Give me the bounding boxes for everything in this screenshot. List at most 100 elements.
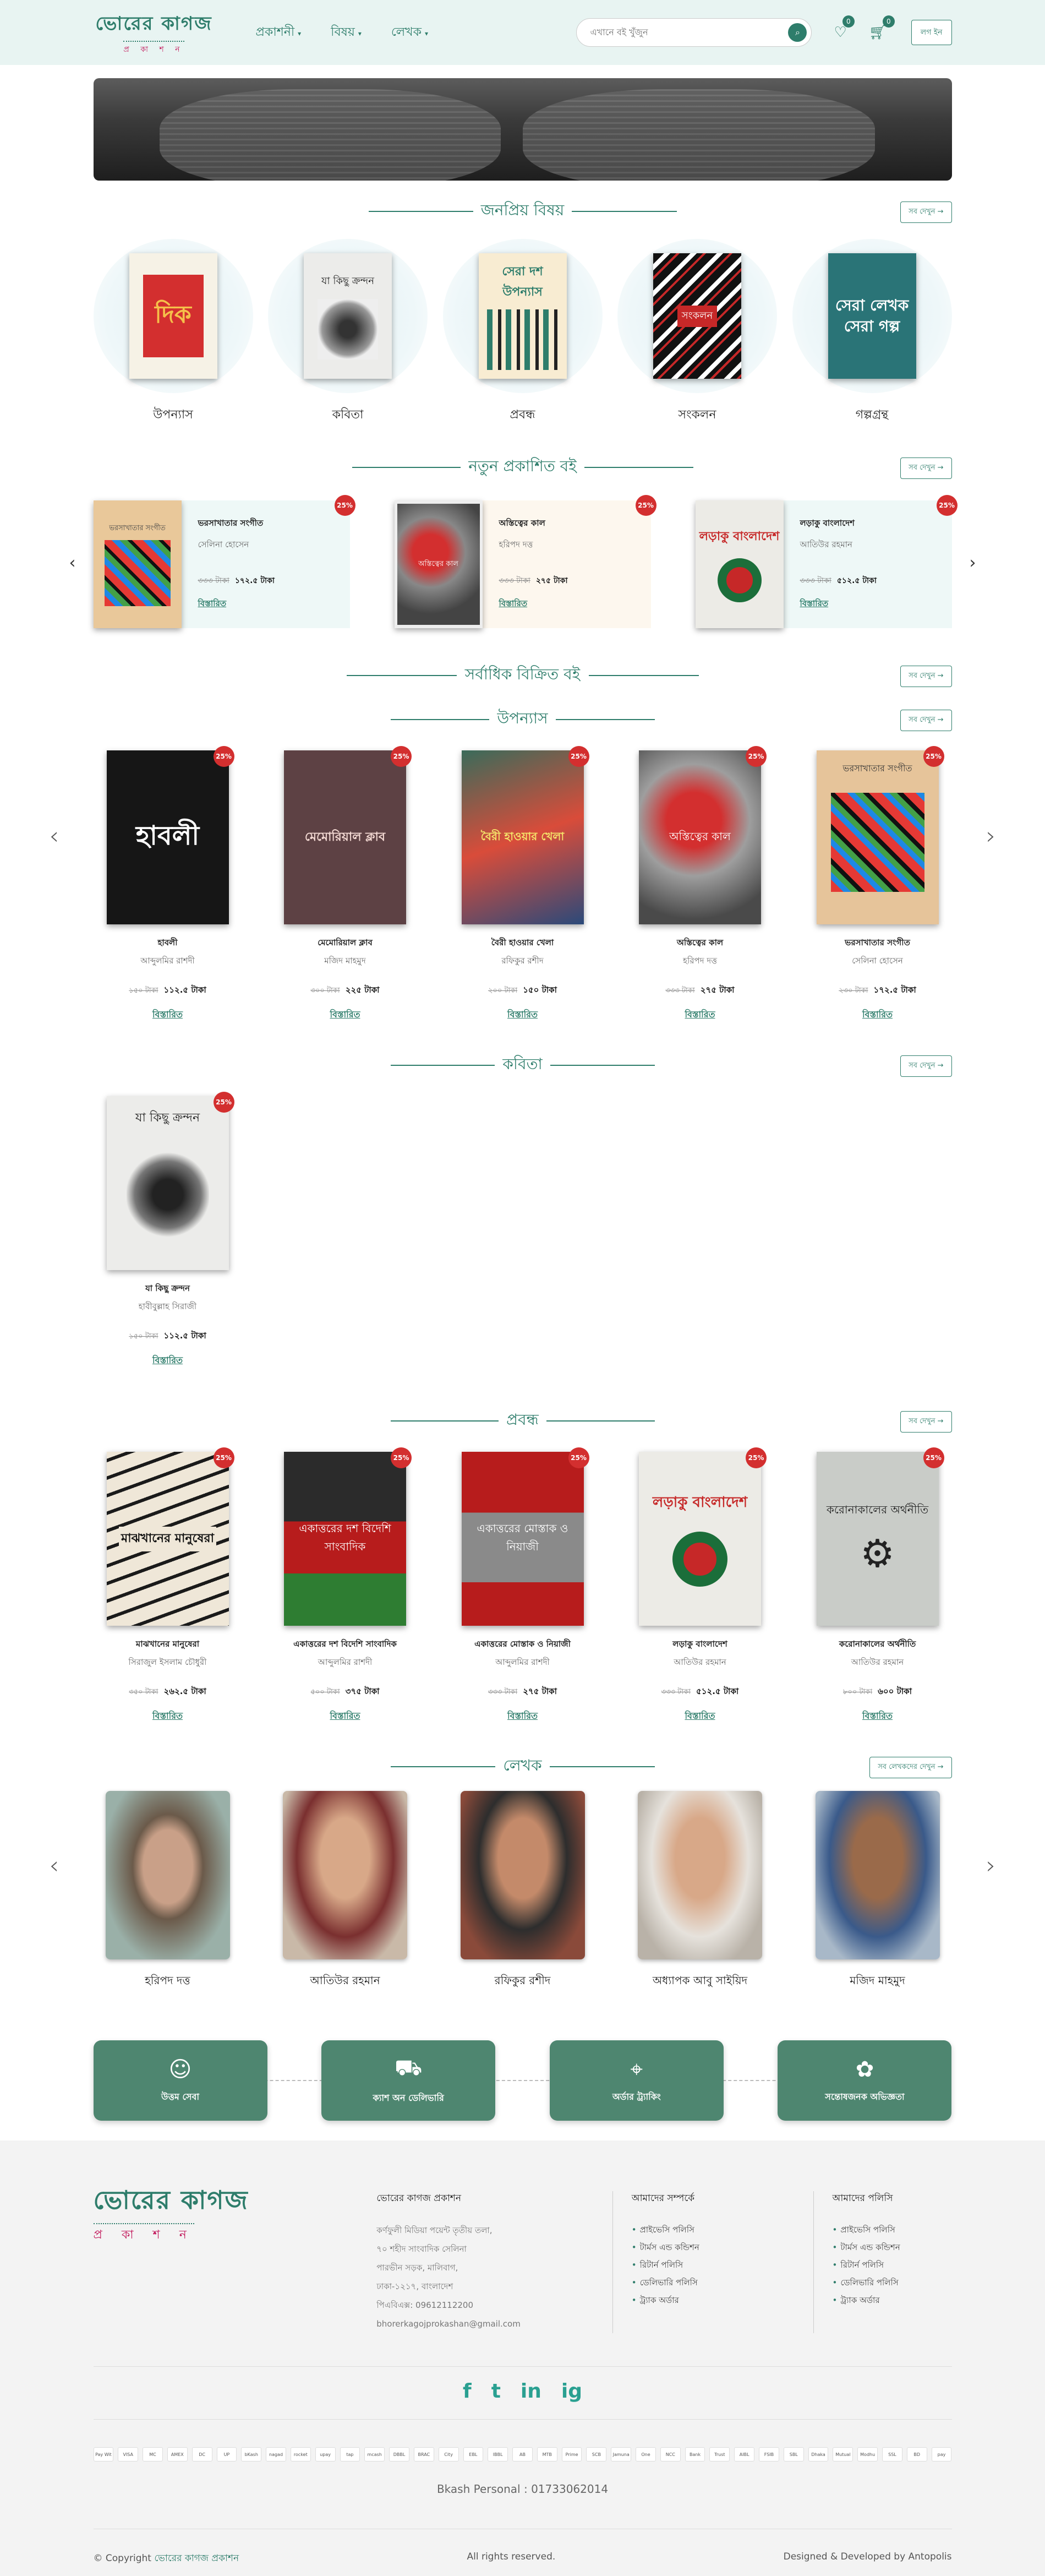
copyright-bar: © Copyright ভোরের কাগজ প্রকাশন All right… [94,2551,952,2567]
footer-link[interactable]: রিটার্ন পলিসি [833,2256,952,2274]
twitter-icon[interactable]: t [491,2380,501,2403]
category-card[interactable]: দিক উপন্যাস [93,239,253,426]
payment-logo: AIBL [734,2447,755,2461]
details-link[interactable]: বিস্তারিত [685,1709,715,1724]
chevron-right-icon[interactable]: › [986,1851,996,1880]
footer-link[interactable]: ট্র্যাক অর্ডার [632,2291,795,2309]
footer-link[interactable]: টার্মস এন্ড কন্ডিশন [833,2239,952,2256]
hero-banner[interactable] [93,78,952,181]
product-card[interactable]: একাত্তরের মোস্তাক ও নিয়াজী 25% একাত্তরে… [448,1447,597,1724]
developer-credit[interactable]: Designed & Developed by Antopolis [784,2551,952,2567]
discount-badge: 25% [923,746,944,767]
copyright: © Copyright ভোরের কাগজ প্রকাশন [94,2551,239,2567]
footer-link[interactable]: রিটার্ন পলিসি [632,2256,795,2274]
linkedin-icon[interactable]: in [521,2380,541,2403]
details-link[interactable]: বিস্তারিত [507,1007,538,1022]
chevron-left-icon[interactable]: ‹ [50,1851,59,1880]
author-name: মজিদ মাহমুদ [850,1974,905,1987]
chevron-right-icon[interactable]: › [970,553,976,573]
see-all-button[interactable]: সব দেখুন → [900,1411,952,1433]
product-card[interactable]: ভরসাখাতার সংগীত ভরসাখাতার সংগীত সেলিনা হ… [93,495,355,628]
details-link[interactable]: বিস্তারিত [330,1709,360,1724]
footer-logo[interactable]: ভোরের কাগজ প্র কা শ ন [93,2185,300,2242]
see-all-button[interactable]: সব দেখুন → [900,710,952,731]
author-card[interactable]: রফিকুর রশীদ [448,1791,597,1991]
footer-link[interactable]: প্রাইভেসি পলিসি [632,2221,795,2239]
footer-link[interactable]: ডেলিভারি পলিসি [632,2274,795,2291]
footer-link[interactable]: ডেলিভারি পলিসি [833,2274,952,2291]
payment-logo: IBBL [488,2447,508,2461]
product-card[interactable]: করোনাকালের অর্থনীতি ⚙ 25% করোনাকালের অর্… [803,1447,952,1724]
book-cover: মাঝখানের মানুষেরা [106,1452,229,1626]
nav-subject[interactable]: বিষয় ▾ [331,23,362,43]
login-button[interactable]: লগ ইন [911,20,952,45]
cover-title: মেমোরিয়াল ক্লাব [304,830,386,844]
category-card[interactable]: সেরা দশ উপন্যাস প্রবন্ধ [442,239,603,426]
chevron-right-icon[interactable]: › [986,822,996,850]
search-box[interactable]: এখানে বই খুঁজুন ⌕ [576,18,812,47]
product-card[interactable]: মেমোরিয়াল ক্লাব 25% মেমোরিয়াল ক্লাব মজ… [271,746,419,1022]
details-link[interactable]: বিস্তারিত [152,1007,183,1022]
site-logo[interactable]: ভোরের কাগজ প্র কা শ ন [94,13,215,54]
chevron-left-icon[interactable]: ‹ [50,822,59,850]
footer-link[interactable]: ট্র্যাক অর্ডার [833,2291,952,2309]
product-card[interactable]: একাত্তরের দশ বিদেশি সাংবাদিক 25% একাত্তর… [271,1447,419,1724]
instagram-icon[interactable]: ig [561,2380,582,2403]
see-all-button[interactable]: সব দেখুন → [900,458,952,479]
banner-page-left [159,89,501,181]
see-all-button[interactable]: সব দেখুন → [900,201,952,223]
see-all-button[interactable]: সব দেখুন → [900,666,952,687]
feature-label: উত্তম সেবা [161,2091,199,2102]
about-column: আমাদের সম্পর্কে প্রাইভেসি পলিসি টার্মস এ… [632,2191,795,2333]
details-link[interactable]: বিস্তারিত [685,1007,715,1022]
email-link[interactable]: bhorerkagojprokashan@gmail.com [376,2314,593,2333]
copyright-brand-link[interactable]: ভোরের কাগজ প্রকাশন [154,2553,239,2564]
old-price: ২৩০ টাকা [839,987,868,995]
see-all-button[interactable]: সব দেখুন → [900,1055,952,1077]
details-link[interactable]: বিস্তারিত [862,1709,893,1724]
footer-link[interactable]: টার্মস এন্ড কন্ডিশন [632,2239,795,2256]
nav-author[interactable]: লেখক ▾ [391,23,428,43]
facebook-icon[interactable]: f [463,2380,472,2403]
product-card[interactable]: লড়াকু বাংলাদেশ লড়াকু বাংলাদেশ আতিউর রহ… [695,495,958,628]
cart-button[interactable]: 🛒︎ 0 [869,15,895,41]
discount-badge: 25% [635,495,656,516]
product-card[interactable]: লড়াকু বাংলাদেশ 25% লড়াকু বাংলাদেশ আতিউ… [626,1447,774,1724]
footer-link[interactable]: প্রাইভেসি পলিসি [833,2221,952,2239]
product-card[interactable]: ভরসাখাতার সংগীত 25% ভরসাখাতার সংগীত সেলি… [803,746,952,1022]
author-card[interactable]: আতিউর রহমান [271,1791,419,1991]
author-card[interactable]: অধ্যাপক আবু সাইয়িদ [626,1791,774,1991]
category-card[interactable]: যা কিছু ক্রন্দন কবিতা [268,239,428,426]
product-card[interactable]: অস্তিত্বের কাল 25% অস্তিত্বের কাল হরিপদ … [626,746,774,1022]
details-link[interactable]: বিস্তারিত [499,597,568,611]
category-card[interactable]: সেরা লেখক সেরা গল্প গল্পগ্রন্থ [792,239,952,426]
details-link[interactable]: বিস্তারিত [152,1353,183,1368]
see-all-authors-button[interactable]: সব লেখকদের দেখুন → [869,1757,952,1778]
author-card[interactable]: মজিদ মাহমুদ [803,1791,952,1991]
product-card[interactable]: যা কিছু ক্রন্দন 25% যা কিছু ক্রন্দন হাবী… [94,1092,242,1368]
wishlist-button[interactable]: ♡ 0 [834,15,855,41]
nav-publication[interactable]: প্রকাশনী ▾ [256,23,302,43]
product-card[interactable]: হাবলী 25% হাবলী আব্দুলমির রাশদী ১৫০ টাকা… [94,746,242,1022]
product-card[interactable]: বৈরী হাওয়ার খেলা 25% বৈরী হাওয়ার খেলা … [448,746,597,1022]
discount-badge: 25% [391,746,412,767]
divider [544,1420,655,1422]
details-link[interactable]: বিস্তারিত [152,1709,183,1724]
old-price: ১৫০ টাকা [129,987,158,995]
search-icon[interactable]: ⌕ [788,23,807,42]
new-price: ২৭৫ টাকা [535,576,568,585]
product-card[interactable]: অস্তিত্বের কাল অস্তিত্বের কাল হরিপদ দত্ত… [394,495,656,628]
product-title: মেমোরিয়াল ক্লাব [318,938,373,947]
payment-logo: bKash [241,2447,262,2461]
category-card[interactable]: সংকলন সংকলন [617,239,777,426]
product-card[interactable]: মাঝখানের মানুষেরা 25% মাঝখানের মানুষেরা … [94,1447,242,1724]
details-link[interactable]: বিস্তারিত [330,1007,360,1022]
details-link[interactable]: বিস্তারিত [800,597,877,611]
search-input[interactable]: এখানে বই খুঁজুন [590,25,788,40]
details-link[interactable]: বিস্তারিত [507,1709,538,1724]
chevron-left-icon[interactable]: ‹ [69,553,76,573]
details-link[interactable]: বিস্তারিত [198,597,275,611]
old-price: ৩৩৩ টাকা [665,987,695,995]
details-link[interactable]: বিস্তারিত [862,1007,893,1022]
author-card[interactable]: হরিপদ দত্ত [94,1791,242,1991]
